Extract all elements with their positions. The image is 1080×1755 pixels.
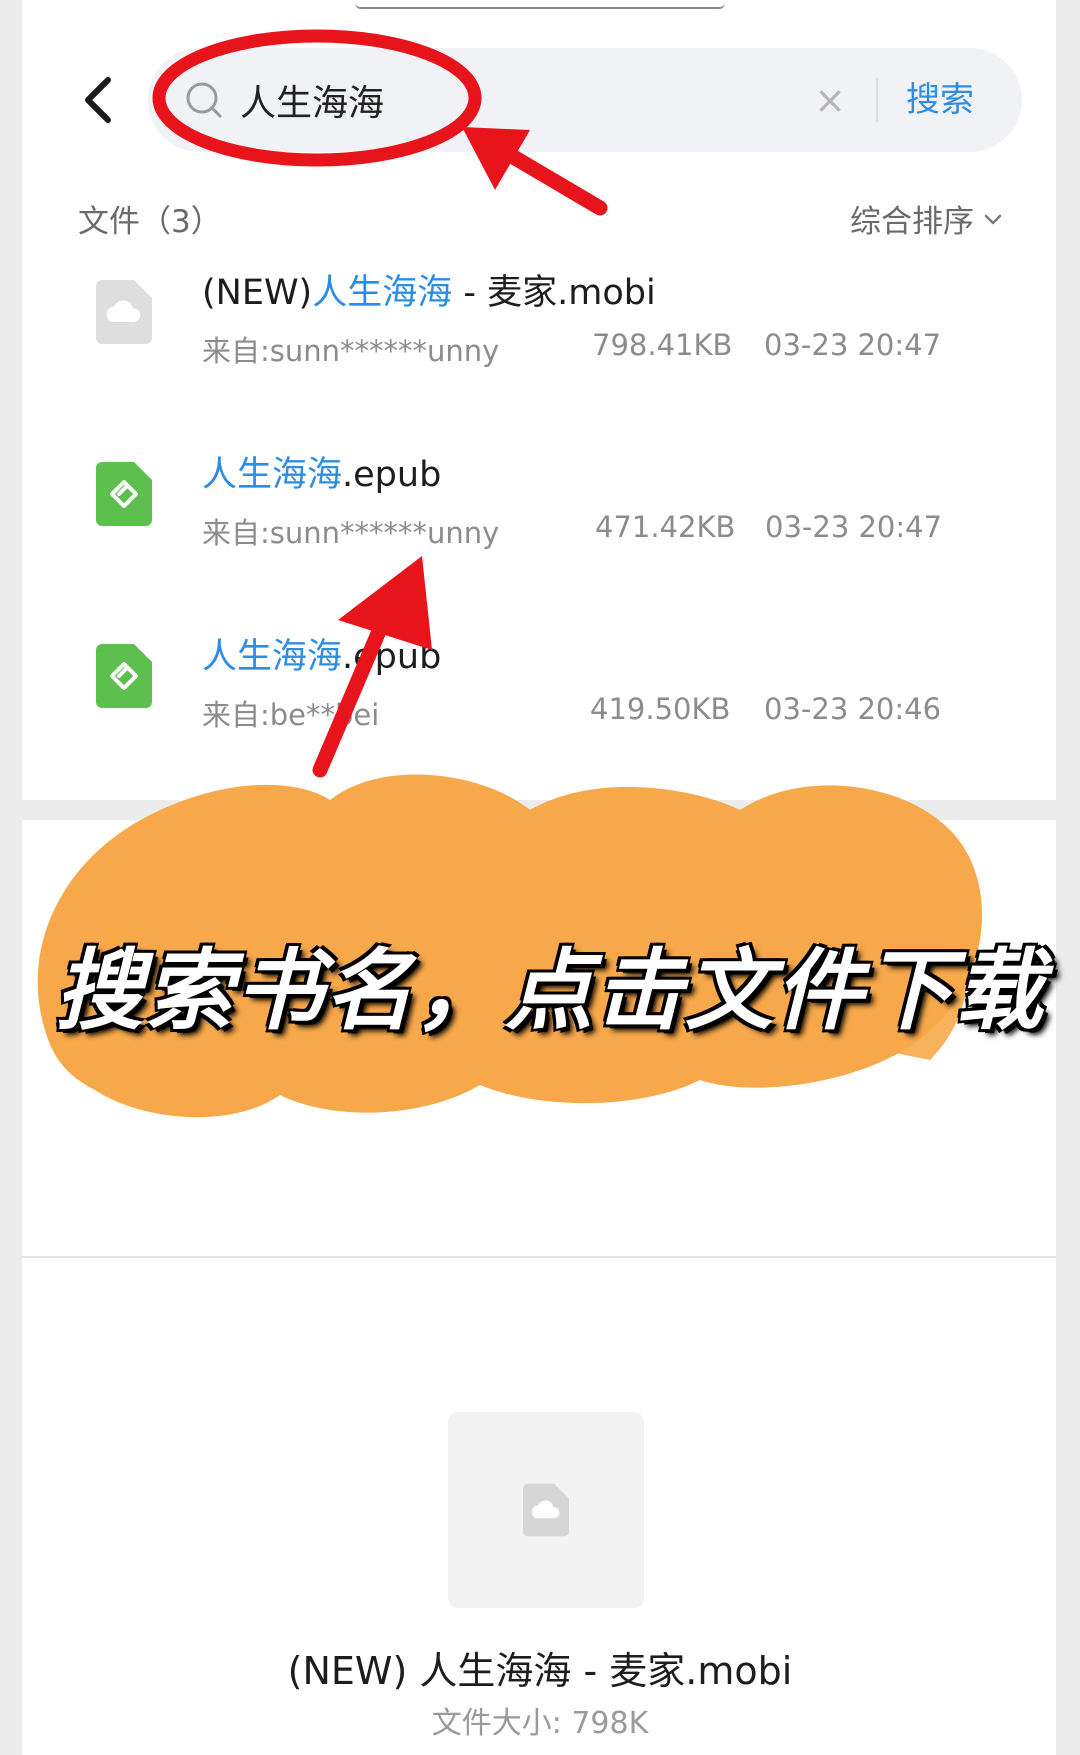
file-item[interactable]: (NEW)人生海海 - 麦家.mobi 来自:sunn******unny 79… — [22, 250, 1056, 430]
file-preview-thumbnail — [448, 1412, 644, 1608]
file-size: 471.42KB — [595, 510, 736, 544]
preview-file-size: 文件大小: 798K — [431, 1706, 649, 1741]
file-time: 03-23 20:47 — [764, 328, 942, 362]
chevron-left-icon — [85, 77, 111, 123]
clear-search-button[interactable]: × — [806, 76, 854, 124]
cloud-doc-icon — [523, 1483, 569, 1537]
file-size: 419.50KB — [590, 692, 731, 726]
file-source: 来自:be**bei — [202, 698, 380, 732]
file-time: 03-23 20:46 — [764, 692, 942, 726]
file-source: 来自:sunn******unny — [202, 334, 500, 368]
close-icon: × — [814, 78, 846, 122]
file-title: (NEW)人生海海 - 麦家.mobi — [202, 273, 656, 313]
file-time: 03-23 20:47 — [765, 510, 943, 544]
file-item[interactable]: 人生海海.epub 来自:be**bei 419.50KB 03-23 20:4… — [22, 614, 1056, 794]
cloud-doc-icon — [96, 280, 152, 344]
search-divider — [876, 78, 878, 122]
search-input[interactable] — [240, 70, 840, 130]
back-button[interactable] — [70, 70, 130, 130]
preview-file-title: (NEW) 人生海海 - 麦家.mobi — [287, 1649, 793, 1693]
sort-dropdown[interactable]: 综合排序 — [850, 196, 1004, 241]
chevron-down-icon — [984, 214, 1002, 224]
file-title: 人生海海.epub — [202, 455, 442, 495]
file-source: 来自:sunn******unny — [202, 516, 500, 550]
results-count: 文件（3） — [78, 204, 222, 240]
annotation-banner-text: 搜索书名，点击文件下载 — [54, 939, 1045, 1042]
file-item[interactable]: 人生海海.epub 来自:sunn******unny 471.42KB 03-… — [22, 432, 1056, 612]
sort-label: 综合排序 — [850, 204, 974, 240]
search-submit-button[interactable]: 搜索 — [906, 72, 974, 128]
file-size: 798.41KB — [592, 328, 733, 362]
epub-icon — [96, 644, 152, 708]
screen-notch — [355, 0, 725, 9]
epub-icon — [96, 462, 152, 526]
search-bar: × 搜索 — [148, 48, 1022, 152]
file-title: 人生海海.epub — [202, 637, 442, 677]
search-icon — [186, 82, 222, 118]
